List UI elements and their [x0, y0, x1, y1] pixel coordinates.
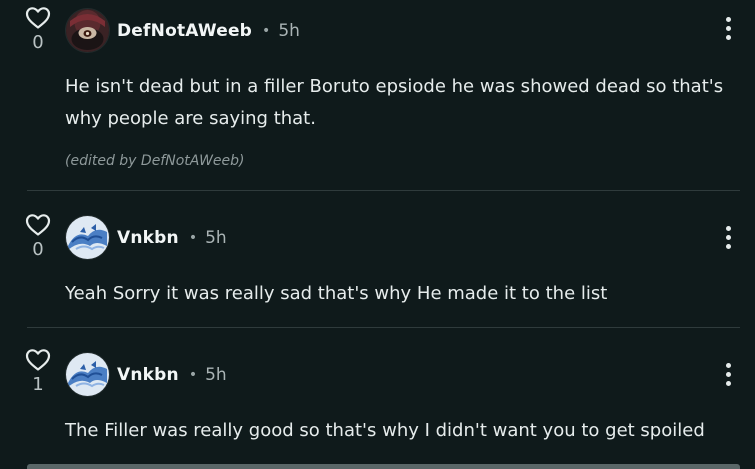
heart-icon[interactable] — [25, 213, 51, 237]
more-options-button[interactable] — [724, 17, 732, 44]
username[interactable]: Vnkbn — [117, 365, 179, 385]
avatar[interactable] — [66, 353, 109, 396]
dark-character-avatar-icon — [66, 9, 109, 52]
username[interactable]: DefNotAWeeb — [117, 21, 252, 41]
comment-header: Vnkbn • 5h — [117, 365, 227, 385]
comment-text: He isn't dead but in a filler Boruto eps… — [65, 76, 724, 129]
blue-dragon-avatar-icon — [66, 353, 109, 396]
avatar[interactable] — [66, 9, 109, 52]
kebab-menu-icon — [724, 363, 732, 386]
like-count: 0 — [32, 239, 44, 260]
username[interactable]: Vnkbn — [117, 228, 179, 248]
timestamp: 5h — [278, 21, 300, 41]
edited-note: (edited by DefNotAWeeb) — [65, 153, 245, 169]
kebab-menu-icon — [724, 226, 732, 249]
divider — [27, 190, 740, 191]
comment-header: Vnkbn • 5h — [117, 228, 227, 248]
more-options-button[interactable] — [724, 226, 732, 253]
separator-dot: • — [188, 230, 198, 246]
heart-icon[interactable] — [25, 348, 51, 372]
comment-text: The Filler was really good so that's why… — [65, 420, 705, 441]
comment-text: Yeah Sorry it was really sad that's why … — [65, 283, 608, 304]
divider — [27, 327, 740, 328]
timestamp: 5h — [205, 228, 227, 248]
like-control[interactable]: 0 — [25, 213, 51, 259]
like-count: 0 — [32, 32, 44, 53]
separator-dot: • — [188, 367, 198, 383]
more-options-button[interactable] — [724, 363, 732, 390]
input-bar-edge — [27, 464, 740, 469]
timestamp: 5h — [205, 365, 227, 385]
comment-header: DefNotAWeeb • 5h — [117, 21, 300, 41]
heart-icon[interactable] — [25, 6, 51, 30]
separator-dot: • — [262, 23, 271, 39]
like-control[interactable]: 0 — [25, 6, 51, 52]
avatar[interactable] — [66, 216, 109, 259]
blue-dragon-avatar-icon — [66, 216, 109, 259]
like-count: 1 — [32, 374, 44, 395]
kebab-menu-icon — [724, 17, 732, 40]
like-control[interactable]: 1 — [25, 348, 51, 394]
